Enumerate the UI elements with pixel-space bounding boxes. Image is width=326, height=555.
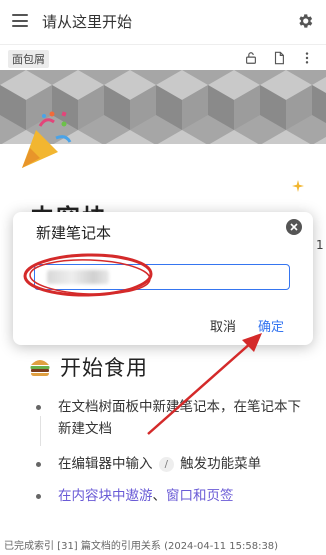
dialog-title: 新建笔记本 [36,224,112,242]
section-title: 开始食用 [60,356,148,380]
breadcrumb[interactable]: 面包屑 [8,50,49,68]
list-item-suffix: 触发功能菜单 [180,456,262,472]
cancel-button[interactable]: 取消 [210,316,236,335]
unlock-icon[interactable] [244,51,258,65]
list-bullet [36,462,41,467]
party-popper-icon [22,111,72,168]
breadcrumb-bar: 面包屑 [0,44,326,70]
new-notebook-dialog: 新建笔记本 取消 确定 [13,212,313,345]
document-icon[interactable] [272,51,286,65]
list-bullet [36,494,41,499]
hamburger-food-icon [30,360,50,376]
status-bar: 已完成索引 [31] 篇文档的引用关系 (2024-04-11 15:58:38… [4,541,279,552]
list-item: 在文档树面板中新建笔记本，在笔记本下新建文档 [58,399,301,437]
hamburger-menu-icon[interactable] [12,14,28,27]
close-icon[interactable] [286,219,302,235]
list-item: 在编辑器中输入 / 触发功能菜单 [58,453,261,475]
section-heading: 开始食用 [28,352,148,382]
list-item: 在内容块中遨游、窗口和页签 [58,485,234,507]
sparkle-icon [292,180,304,192]
more-vertical-icon[interactable] [300,51,314,65]
list-separator: 、 [152,488,167,504]
window-tab-link[interactable]: 窗口和页签 [166,488,234,504]
blurred-input-text [47,270,109,284]
slash-key-badge: / [158,456,174,472]
list-item-prefix: 在编辑器中输入 [58,456,153,472]
top-bar: 请从这里开始 [0,0,326,42]
content-block-link[interactable]: 在内容块中遨游 [58,488,153,504]
side-number: 1 [316,238,324,252]
page-title: 请从这里开始 [42,13,133,31]
list-bullet [36,405,41,410]
ok-button[interactable]: 确定 [258,316,284,335]
gear-icon[interactable] [296,12,314,30]
indent-guide [40,416,41,446]
